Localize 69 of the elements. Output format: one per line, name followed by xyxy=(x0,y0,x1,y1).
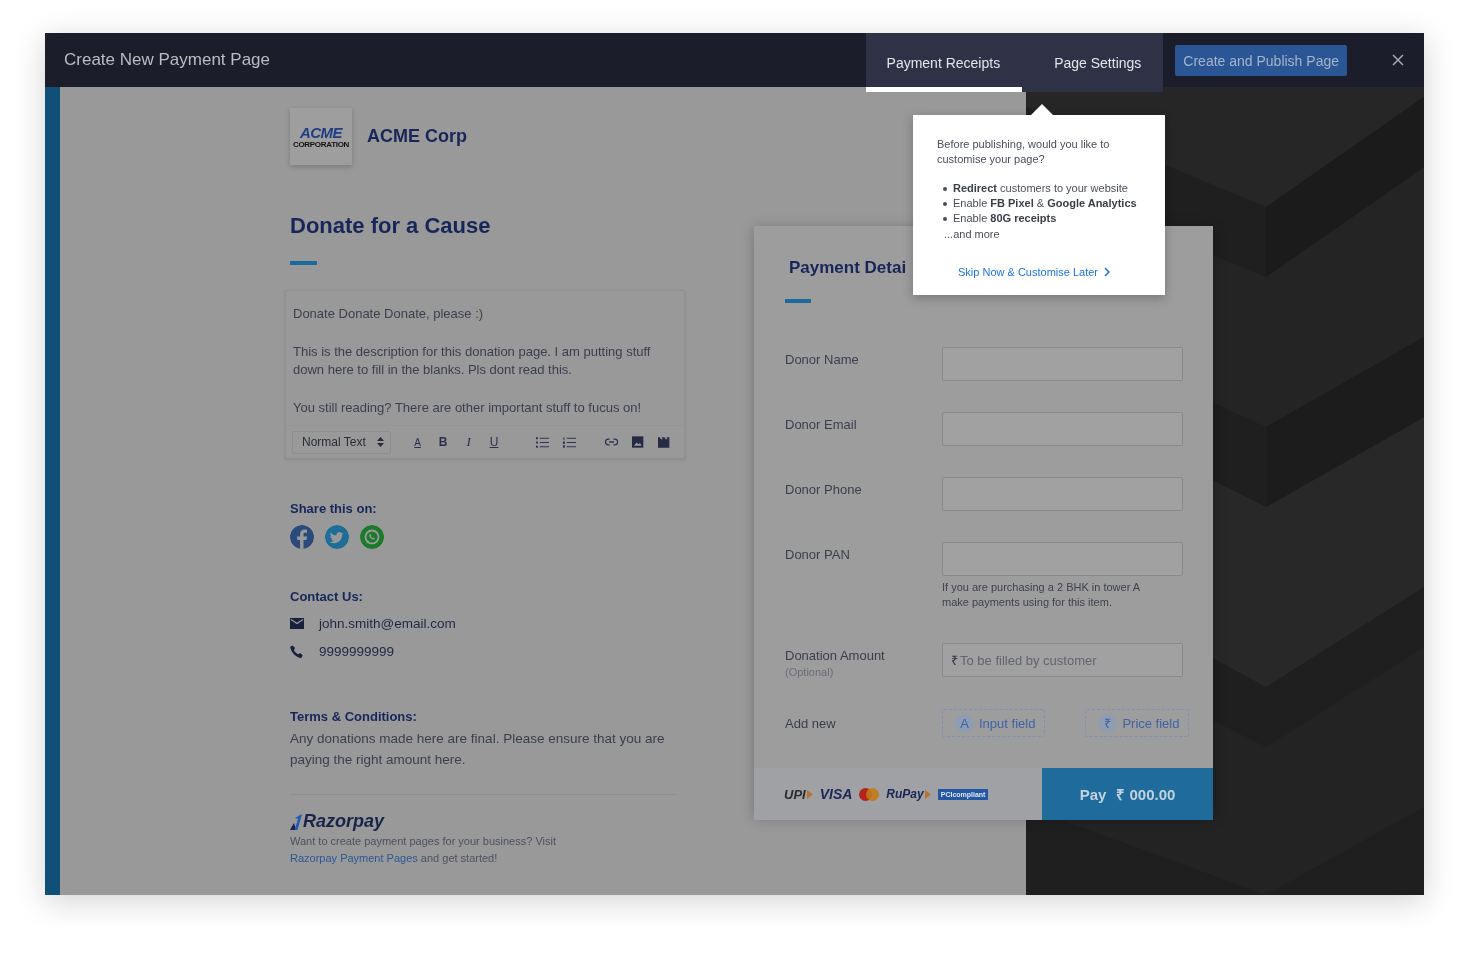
contact-text: 9999999999 xyxy=(319,644,395,659)
image-icon[interactable] xyxy=(632,436,644,448)
envelope-icon xyxy=(290,618,304,629)
contact-heading: Contact Us: xyxy=(290,589,363,604)
popover-text: Before publishing, would you like to customise your page? xyxy=(937,137,1111,167)
description-paragraph: Donate Donate Donate, please :) xyxy=(293,305,485,323)
description-paragraph: You still reading? There are other important stuff to fucus on! xyxy=(293,399,643,417)
logo-wordmark: Razorpay xyxy=(303,811,385,832)
field-label: Donor Email xyxy=(785,417,857,432)
field-label: Donation Amount xyxy=(785,648,885,663)
payment-logo: VISA xyxy=(819,786,853,802)
description-paragraph: This is the description for this donation page. I am putting stuff down here to fill in the blanks. Pls dont read this. xyxy=(293,343,652,379)
bullet-icon xyxy=(943,216,947,221)
window-title: Create New Payment Page xyxy=(63,49,270,71)
logo-wordmark: ACME xyxy=(299,124,343,140)
payment-logo: UPI xyxy=(784,786,806,802)
footer-text: Want to create payment pages for your business? Visit Razorpay Payment Pages and get started! xyxy=(290,834,557,866)
field-label: Donor Phone xyxy=(785,482,862,497)
type-badge: ₹ xyxy=(1098,713,1118,733)
contact-text: john.smith@email.com xyxy=(319,616,456,631)
italic-button[interactable]: I xyxy=(455,434,482,450)
bulleted-list-icon[interactable] xyxy=(535,436,549,448)
page-title: Donate for a Cause xyxy=(290,213,491,239)
chevron-right-icon[interactable] xyxy=(1104,267,1110,277)
triangle-icon xyxy=(924,789,931,799)
close-icon[interactable] xyxy=(1392,54,1404,66)
logo-tagline: CORPORATION xyxy=(292,139,350,149)
logo-mark-icon xyxy=(290,813,302,830)
tab[interactable]: Page Settings xyxy=(1022,33,1164,92)
link-icon[interactable] xyxy=(605,438,619,446)
field-label: Add new xyxy=(785,715,836,731)
help-text: If you are purchasing a 2 BHK in tower A make payments using for this item. xyxy=(942,580,1141,610)
pay-button[interactable]: Pay ₹ 000.00 xyxy=(1042,768,1213,820)
more-text: ...and more xyxy=(944,227,1001,242)
footer-link[interactable]: Razorpay Payment Pages xyxy=(290,852,418,864)
card-title: Payment Detai xyxy=(789,258,907,278)
terms-heading: Terms & Conditions: xyxy=(290,709,417,724)
input-field[interactable]: To be filled by customer xyxy=(960,645,1160,675)
company-name: ACME Corp xyxy=(367,126,467,147)
description-editor[interactable] xyxy=(285,290,685,459)
accent-bar xyxy=(785,299,811,303)
tab[interactable]: Payment Receipts xyxy=(865,33,1023,92)
amount-field[interactable]: ₹To be filled by customer xyxy=(942,643,1183,677)
facebook-icon[interactable] xyxy=(290,525,314,549)
phone-icon xyxy=(290,644,304,659)
text-color-button[interactable]: A xyxy=(404,436,431,448)
video-icon[interactable] xyxy=(657,436,671,448)
bullet-text: Enable 80G receipts xyxy=(953,211,1057,226)
bold-button[interactable]: B xyxy=(430,435,456,449)
type-badge: A xyxy=(955,713,974,733)
bullet-icon xyxy=(943,201,947,206)
payment-logo: RuPay xyxy=(886,787,924,801)
currency-symbol: ₹ xyxy=(951,652,958,669)
accent-bar xyxy=(290,261,317,265)
skip-link[interactable]: Skip Now & Customise Later xyxy=(958,266,1110,278)
publish-button[interactable]: Create and Publish Page xyxy=(1175,45,1347,76)
field-label: Donor PAN xyxy=(785,547,850,562)
bullet-text: Redirect customers to your website xyxy=(953,181,1128,196)
circles-logo-icon xyxy=(859,787,880,801)
field-label: Donor Name xyxy=(785,352,859,367)
underline-button[interactable]: U xyxy=(481,435,507,449)
numbered-list-icon[interactable] xyxy=(563,436,577,448)
share-heading: Share this on: xyxy=(290,501,377,516)
format-select[interactable]: Normal Text xyxy=(292,430,391,454)
bullet-text: Enable FB Pixel & Google Analytics xyxy=(953,196,1137,211)
terms-text: Any donations made here are final. Please ensure that you are paying the right amount here. xyxy=(290,730,666,769)
bullet-icon xyxy=(943,186,947,191)
triangle-icon xyxy=(806,789,813,799)
caret-icon[interactable] xyxy=(376,437,384,447)
